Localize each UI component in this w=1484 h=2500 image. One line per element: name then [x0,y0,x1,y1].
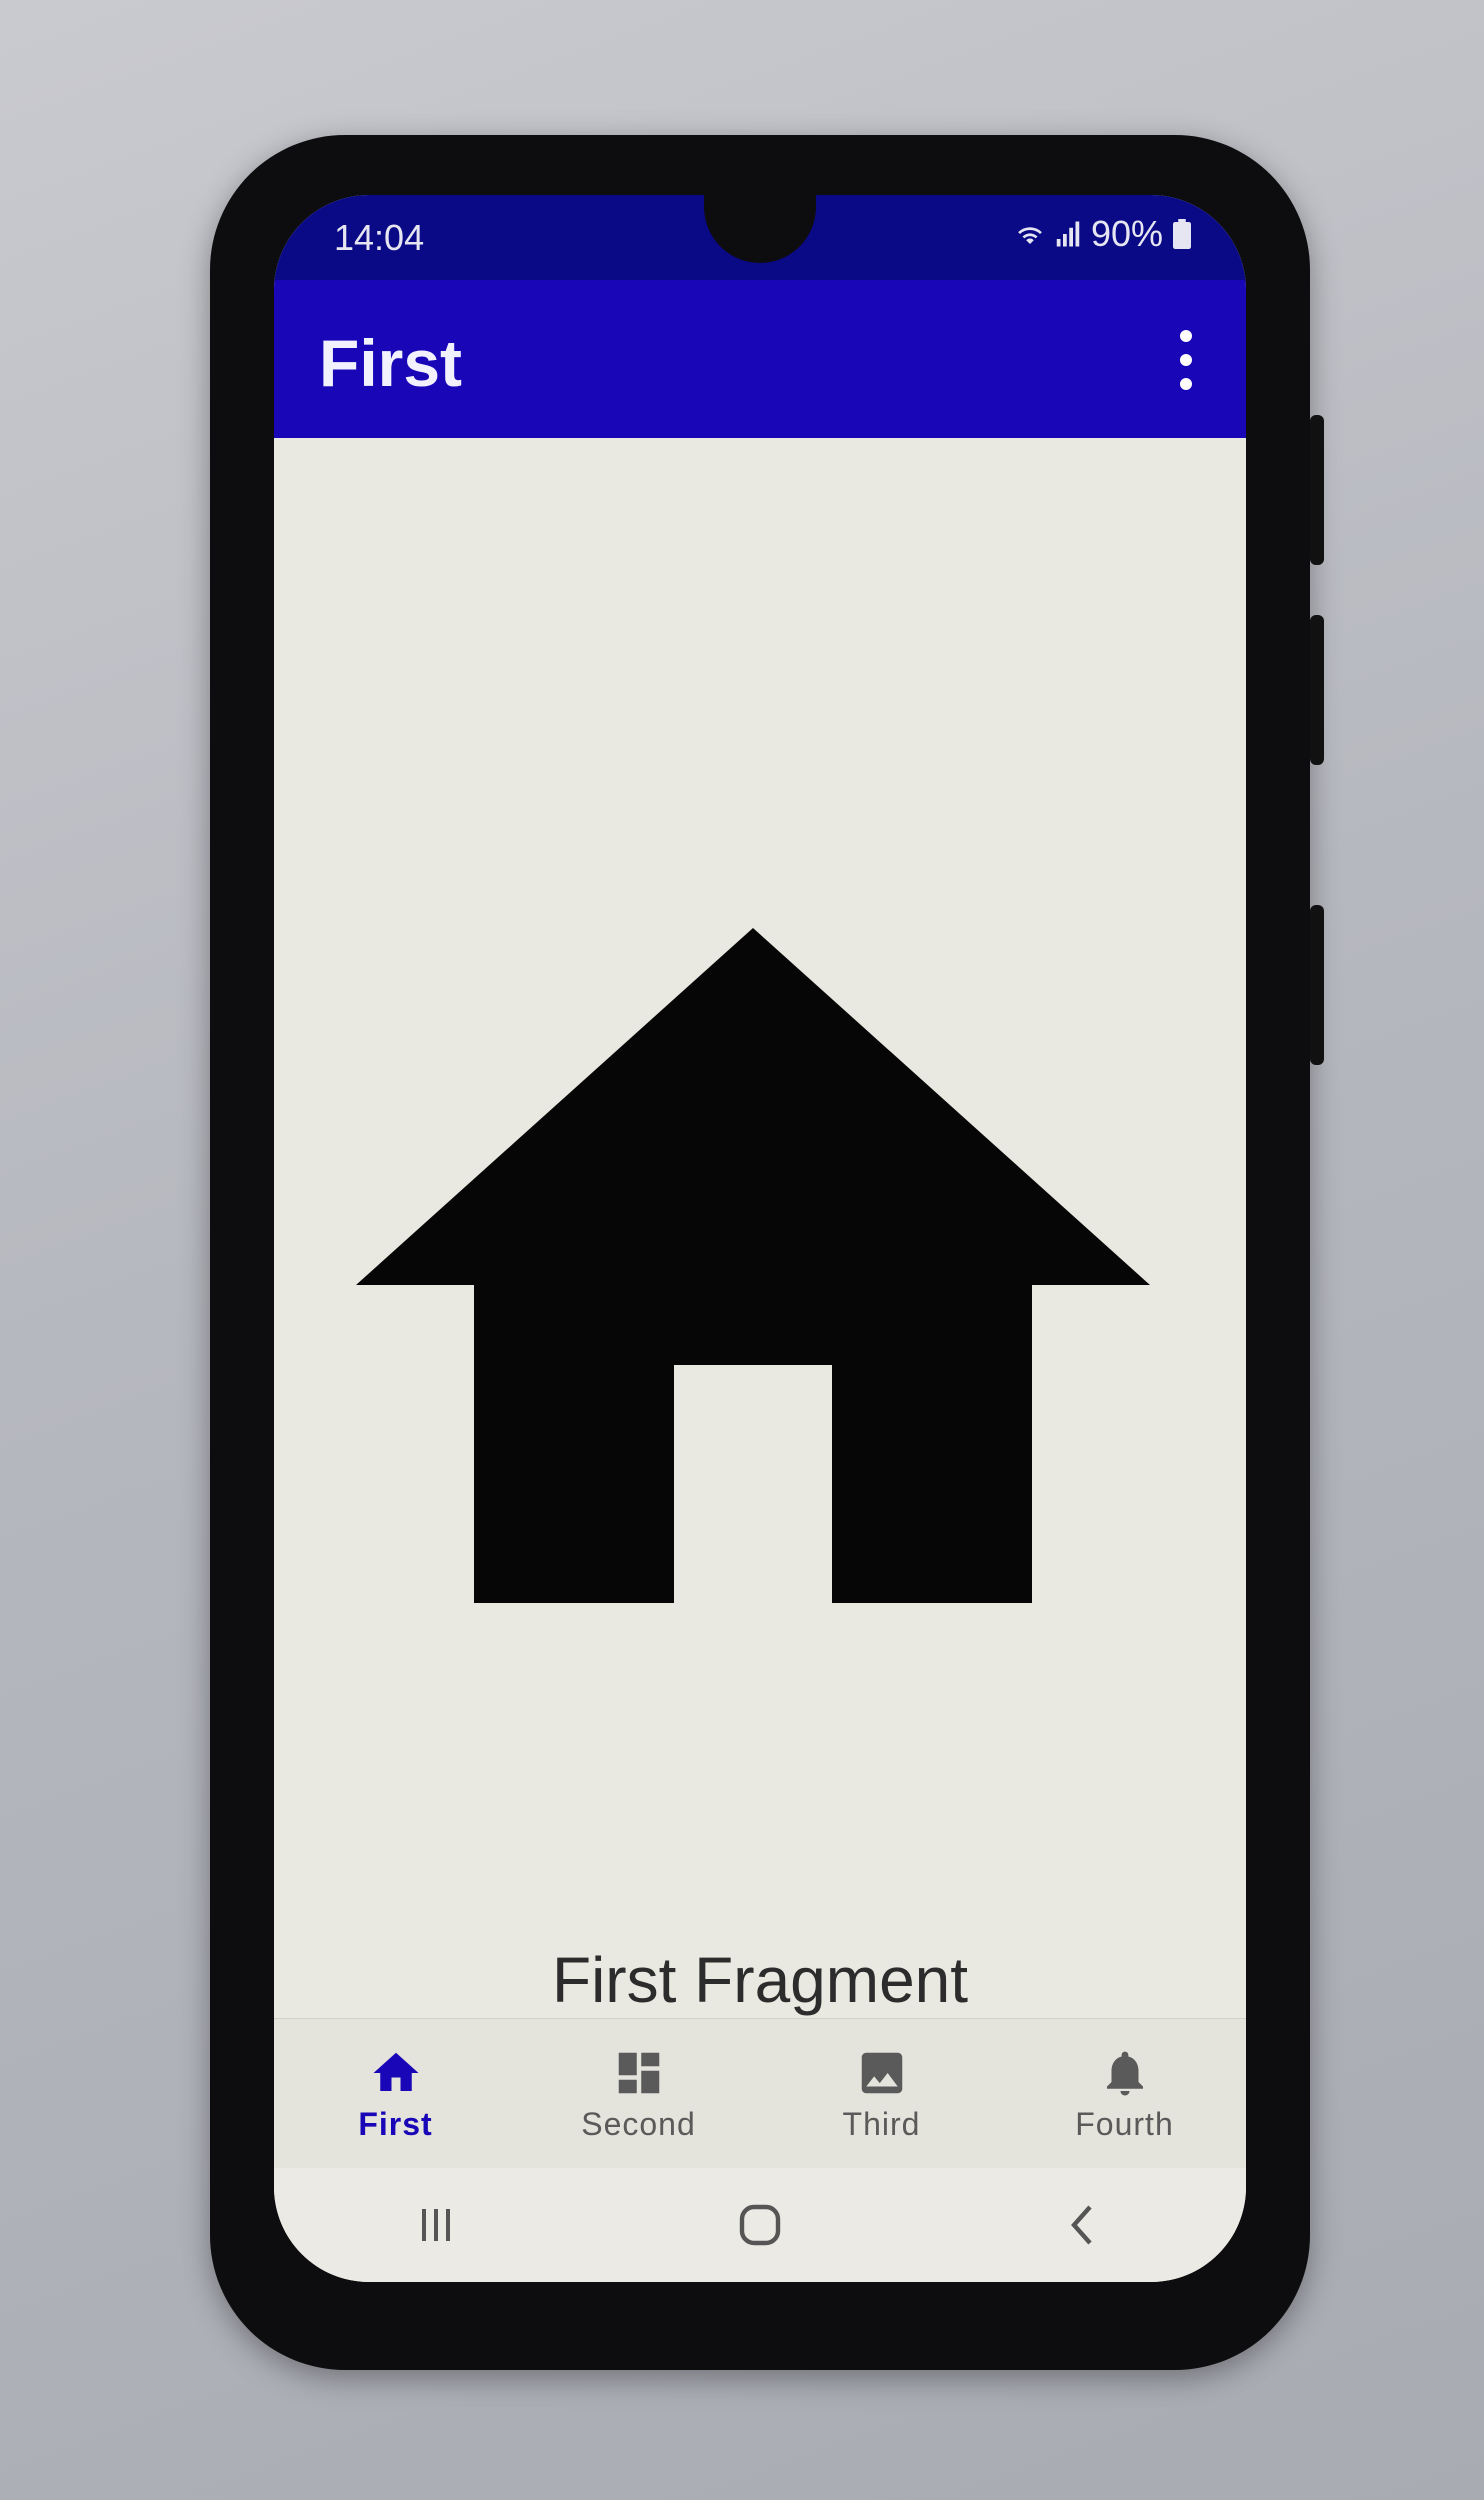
nav-label: Third [842,2105,921,2142]
home-icon [373,2052,418,2091]
volume-button [1310,615,1324,765]
status-icons: 90% [1015,213,1191,255]
nav-label: Second [581,2105,696,2142]
status-bar: 14:04 90% [274,195,1246,280]
nav-item-third[interactable]: Third [760,2019,1003,2169]
house-icon [356,928,1150,1603]
home-circle-icon[interactable] [736,2201,784,2249]
battery-icon [1173,219,1191,249]
bottom-navigation: First Second Third Fourth [274,2018,1246,2169]
recents-icon[interactable] [412,2201,460,2249]
camera-notch [704,195,816,263]
fragment-label: First Fragment [551,1944,969,2016]
back-icon[interactable] [1060,2201,1108,2249]
screen: 14:04 90% First First Fragment First Sec… [274,195,1246,2282]
nav-item-second[interactable]: Second [517,2019,760,2169]
nav-label: First [358,2105,433,2142]
power-button [1310,905,1324,1065]
battery-percent: 90% [1090,213,1163,254]
bell-icon [1106,2051,1143,2095]
phone-frame: 14:04 90% First First Fragment First Sec… [210,135,1324,2370]
wifi-icon [1018,227,1042,244]
image-icon [861,2052,902,2093]
more-vert-icon[interactable] [1171,330,1201,390]
status-time: 14:04 [334,217,425,258]
volume-button [1310,415,1324,565]
app-bar-title: First [319,326,463,400]
fragment-content: First Fragment [274,438,1246,2018]
app-bar: First [274,280,1246,438]
signal-icon [1056,221,1080,247]
nav-label: Fourth [1075,2105,1174,2142]
nav-item-first[interactable]: First [274,2019,517,2169]
nav-item-fourth[interactable]: Fourth [1003,2019,1246,2169]
dashboard-icon [618,2052,659,2093]
system-navigation-bar [274,2168,1246,2282]
